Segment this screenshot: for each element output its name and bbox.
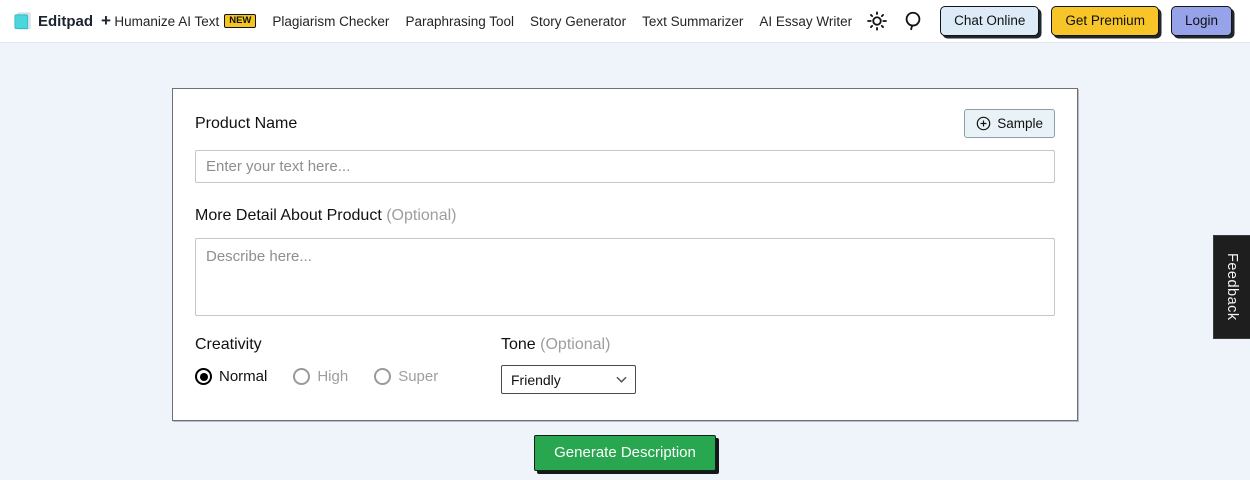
nav-item-text-summarizer[interactable]: Text Summarizer [642, 14, 743, 29]
new-badge: NEW [224, 14, 256, 29]
feedback-tab[interactable]: Feedback [1213, 235, 1250, 339]
top-navbar: Editpad + Humanize AI Text NEW Plagiaris… [0, 0, 1250, 43]
nav-label: Story Generator [530, 14, 626, 29]
theme-toggle-sun-icon[interactable] [866, 10, 888, 32]
creativity-radio-normal[interactable]: Normal [195, 368, 267, 385]
login-button[interactable]: Login [1171, 6, 1232, 36]
detail-optional-text: (Optional) [386, 207, 456, 224]
nav-item-plagiarism-checker[interactable]: Plagiarism Checker [272, 14, 389, 29]
tone-label-text: Tone [501, 336, 536, 353]
detail-label: More Detail About Product (Optional) [195, 207, 1055, 225]
creativity-radio-super[interactable]: Super [374, 368, 438, 385]
product-name-row: Product Name Sample [195, 109, 1055, 138]
tone-select-wrap: Friendly [501, 365, 636, 394]
creativity-label: Creativity [195, 336, 501, 354]
tone-label: Tone (Optional) [501, 336, 636, 354]
tone-select[interactable]: Friendly [501, 365, 636, 394]
nav-label: Humanize AI Text [114, 14, 219, 29]
nav-item-humanize-ai-text[interactable]: Humanize AI Text NEW [114, 14, 256, 29]
radio-checked-icon [195, 368, 212, 385]
nav-label: Plagiarism Checker [272, 14, 389, 29]
nav-item-ai-essay-writer[interactable]: AI Essay Writer [759, 14, 852, 29]
creativity-radio-high[interactable]: High [293, 368, 348, 385]
nav-item-story-generator[interactable]: Story Generator [530, 14, 626, 29]
radio-label: Super [398, 368, 438, 385]
sample-button[interactable]: Sample [964, 109, 1055, 138]
options-row: Creativity Normal High Super Tone ( [195, 336, 1055, 394]
radio-unchecked-icon [293, 368, 310, 385]
radio-label: Normal [219, 368, 267, 385]
brand-name: Editpad [38, 13, 93, 30]
detail-section: More Detail About Product (Optional) [195, 207, 1055, 321]
nav-item-paraphrasing-tool[interactable]: Paraphrasing Tool [405, 14, 514, 29]
product-name-input[interactable] [195, 150, 1055, 183]
radio-label: High [317, 368, 348, 385]
creativity-radio-row: Normal High Super [195, 368, 501, 385]
creativity-group: Creativity Normal High Super [195, 336, 501, 394]
radio-unchecked-icon [374, 368, 391, 385]
tone-optional-text: (Optional) [540, 336, 610, 353]
product-name-label: Product Name [195, 115, 297, 133]
get-premium-button[interactable]: Get Premium [1051, 6, 1159, 36]
main-nav: Humanize AI Text NEW Plagiarism Checker … [114, 14, 852, 29]
chat-online-button[interactable]: Chat Online [940, 6, 1039, 36]
brand-plus: + [101, 11, 111, 31]
detail-textarea[interactable] [195, 238, 1055, 316]
generate-description-button[interactable]: Generate Description [534, 435, 716, 471]
nav-label: AI Essay Writer [759, 14, 852, 29]
product-description-form-card: Product Name Sample More Detail About Pr… [172, 88, 1078, 421]
editpad-logo[interactable]: Editpad + [12, 11, 111, 32]
detail-label-text: More Detail About Product [195, 207, 382, 224]
header-buttons: Chat Online Get Premium Login [940, 6, 1232, 36]
sample-button-label: Sample [997, 116, 1043, 131]
search-icon[interactable] [902, 10, 924, 32]
nav-label: Paraphrasing Tool [405, 14, 514, 29]
nav-label: Text Summarizer [642, 14, 743, 29]
tone-group: Tone (Optional) Friendly [501, 336, 636, 394]
plus-circle-icon [976, 116, 991, 131]
notepad-icon [12, 11, 33, 32]
